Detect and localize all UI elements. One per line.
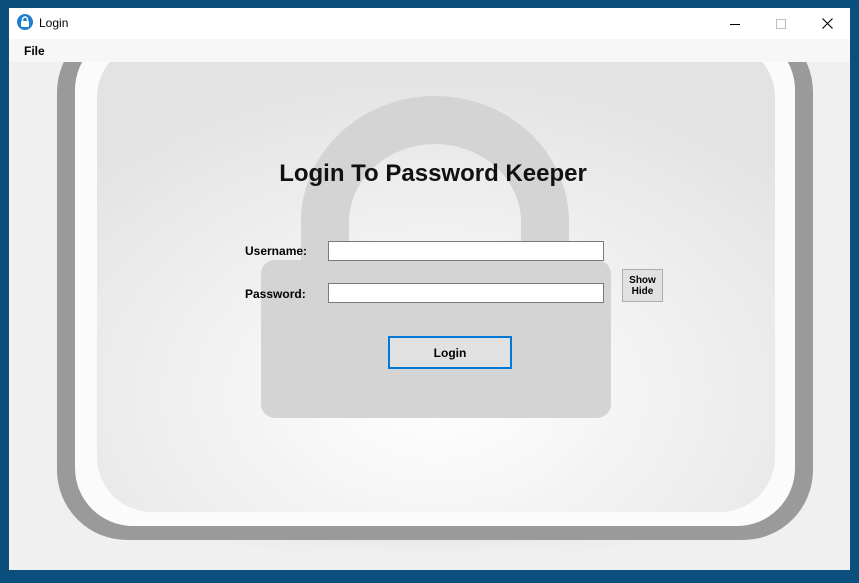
username-input[interactable] <box>328 241 604 261</box>
close-icon <box>821 18 833 29</box>
show-hide-button[interactable]: Show Hide <box>622 269 663 302</box>
title-bar[interactable]: Login <box>9 8 850 39</box>
menu-file[interactable]: File <box>24 44 45 58</box>
show-label: Show <box>629 274 656 286</box>
login-button[interactable]: Login <box>388 336 512 369</box>
menu-bar: File <box>9 39 850 62</box>
padlock-graphic <box>14 62 850 562</box>
minimize-button[interactable] <box>712 8 758 39</box>
maximize-button[interactable] <box>758 8 804 39</box>
username-label: Username: <box>245 244 308 258</box>
login-window: Login File Login To Password Keeper User… <box>9 8 850 570</box>
hide-label: Hide <box>631 285 654 297</box>
login-panel: Login To Password Keeper Username: Passw… <box>9 62 850 570</box>
password-label: Password: <box>245 287 306 301</box>
login-button-label: Login <box>433 345 467 360</box>
window-title: Login <box>39 16 69 30</box>
password-input[interactable] <box>328 283 604 303</box>
page-title: Login To Password Keeper <box>279 160 587 187</box>
maximize-icon <box>776 18 786 29</box>
minimize-icon <box>730 23 740 25</box>
close-button[interactable] <box>804 8 850 39</box>
lock-icon <box>17 14 33 30</box>
